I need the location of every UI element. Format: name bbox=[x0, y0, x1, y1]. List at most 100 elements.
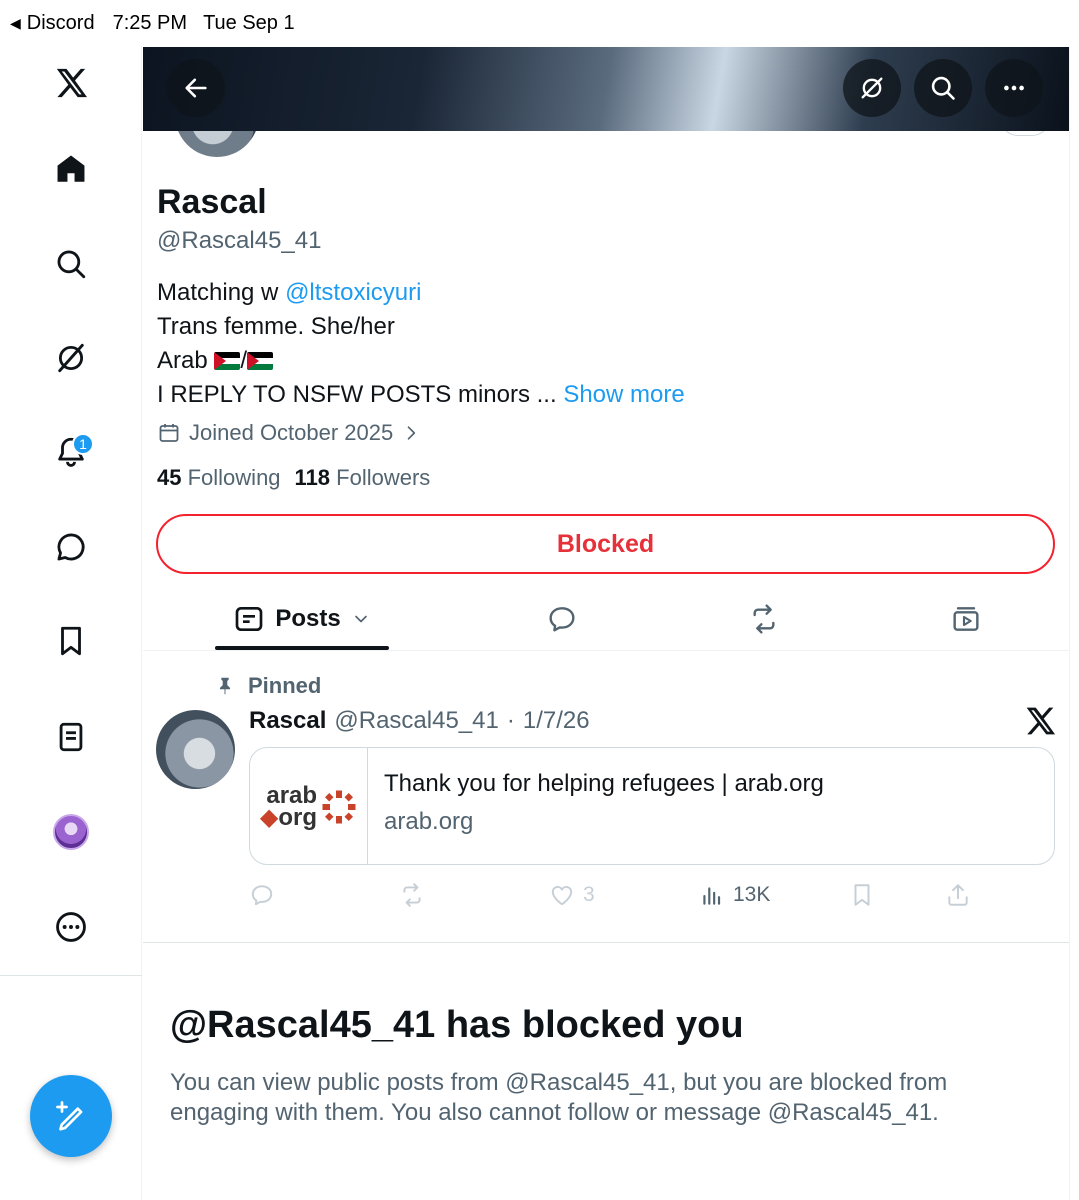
tab-media[interactable] bbox=[937, 588, 995, 650]
views-button[interactable]: 13K bbox=[699, 878, 770, 912]
bio-mention-link[interactable]: @ltstoxicyuri bbox=[285, 279, 421, 306]
profile-bio: Matching w @ltstoxicyuri Trans femme. Sh… bbox=[157, 276, 1037, 412]
chevron-down-icon bbox=[354, 615, 367, 623]
messages-icon bbox=[57, 533, 85, 561]
post-separator: · bbox=[506, 707, 515, 734]
post-header: Rascal @Rascal45_41 · 1/7/26 bbox=[249, 707, 590, 735]
profile-handle: @Rascal45_41 bbox=[157, 227, 322, 254]
search-icon bbox=[931, 76, 955, 100]
pinned-label: Pinned bbox=[248, 673, 322, 698]
profile-banner bbox=[143, 47, 1069, 131]
bio-flag-separator: / bbox=[240, 347, 248, 374]
reply-icon bbox=[251, 885, 273, 906]
back-triangle-icon: ◀ bbox=[10, 14, 21, 31]
grok-button[interactable] bbox=[843, 59, 901, 117]
card-domain: arab.org bbox=[384, 808, 474, 835]
bookmark-button[interactable] bbox=[849, 878, 875, 912]
blocked-notice-text: You can view public posts from @Rascal45… bbox=[170, 1069, 948, 1126]
palestine-flag-icon bbox=[247, 352, 274, 370]
posts-icon bbox=[235, 607, 263, 631]
side-navigation: 1 bbox=[0, 46, 142, 1200]
tab-reposts[interactable] bbox=[735, 588, 793, 650]
chevron-right-icon bbox=[407, 426, 416, 440]
search-icon bbox=[57, 250, 86, 279]
jordan-flag-icon bbox=[214, 352, 241, 370]
tab-posts[interactable]: Posts bbox=[215, 588, 389, 650]
header-more-button[interactable] bbox=[985, 59, 1043, 117]
profile-tabs: Posts bbox=[143, 588, 1069, 651]
following-label: Following bbox=[187, 465, 281, 490]
nav-divider bbox=[0, 975, 142, 976]
profile-avatar bbox=[53, 814, 89, 850]
back-button[interactable] bbox=[167, 59, 225, 117]
status-date: Tue Sep 1 bbox=[203, 11, 295, 34]
home-icon bbox=[57, 155, 85, 182]
nav-messages-button[interactable] bbox=[46, 522, 96, 572]
profile-name: Rascal bbox=[157, 183, 267, 221]
media-icon bbox=[953, 607, 979, 631]
following-count: 45 bbox=[157, 465, 182, 490]
nav-bookmarks-button[interactable] bbox=[46, 616, 96, 666]
column-border bbox=[1069, 47, 1070, 1200]
view-count: 13K bbox=[733, 883, 771, 906]
bookmark-icon bbox=[854, 884, 870, 906]
link-preview-card[interactable]: arab ◆org Thank you for helping refugees… bbox=[249, 747, 1055, 865]
compose-button[interactable] bbox=[30, 1075, 112, 1157]
followers-link[interactable]: 118 Followers bbox=[295, 465, 431, 491]
calendar-icon bbox=[159, 424, 179, 442]
post-author-handle[interactable]: @Rascal45_41 bbox=[334, 707, 498, 735]
joined-date[interactable]: Joined October 2025 bbox=[157, 420, 421, 446]
bio-line-4: I REPLY TO NSFW POSTS minors ... bbox=[157, 381, 564, 408]
nav-profile-button[interactable] bbox=[46, 807, 96, 857]
like-count: 3 bbox=[583, 883, 595, 906]
joined-label: Joined October 2025 bbox=[189, 420, 394, 445]
back-to-app-button[interactable]: ◀ Discord bbox=[10, 12, 95, 35]
section-divider bbox=[143, 942, 1069, 943]
repost-icon bbox=[403, 883, 421, 907]
share-icon bbox=[948, 884, 968, 906]
active-tab-indicator bbox=[215, 646, 389, 650]
heart-icon bbox=[551, 885, 573, 906]
show-more-link[interactable]: Show more bbox=[563, 381, 684, 408]
back-app-label: Discord bbox=[26, 11, 95, 34]
followers-count: 118 bbox=[294, 465, 331, 490]
nav-notifications-button[interactable]: 1 bbox=[46, 427, 96, 477]
share-button[interactable] bbox=[945, 878, 971, 912]
grok-icon bbox=[861, 77, 883, 99]
notification-badge: 1 bbox=[72, 433, 94, 455]
post-author-name[interactable]: Rascal bbox=[249, 707, 326, 735]
following-link[interactable]: 45 Following bbox=[157, 465, 281, 491]
arab-org-logo: arab ◆org bbox=[250, 748, 368, 864]
nav-home-button[interactable] bbox=[46, 144, 96, 194]
tab-posts-label: Posts bbox=[275, 605, 341, 632]
blocked-button[interactable]: Blocked bbox=[156, 514, 1055, 574]
repost-button[interactable] bbox=[399, 878, 425, 912]
more-icon bbox=[1004, 85, 1024, 91]
logo-text-bottom: org bbox=[278, 804, 318, 831]
bookmarks-icon bbox=[61, 626, 81, 656]
x-logo-icon[interactable] bbox=[46, 58, 96, 108]
followers-label: Followers bbox=[336, 465, 431, 490]
bio-line-2: Trans femme. She/her bbox=[157, 313, 395, 340]
nav-lists-button[interactable] bbox=[46, 712, 96, 762]
like-button[interactable]: 3 bbox=[549, 878, 595, 912]
repost-icon bbox=[753, 604, 775, 634]
reply-icon bbox=[549, 607, 575, 632]
card-title: Thank you for helping refugees | arab.or… bbox=[384, 770, 824, 797]
x-logo-icon bbox=[1026, 707, 1056, 735]
post-author-avatar[interactable] bbox=[156, 710, 235, 789]
lists-icon bbox=[59, 722, 83, 752]
star-logo-icon bbox=[322, 790, 356, 824]
reply-button[interactable] bbox=[249, 878, 275, 912]
tab-replies[interactable] bbox=[533, 588, 591, 650]
status-bar: ◀ Discord 7:25 PM Tue Sep 1 bbox=[0, 0, 1079, 46]
nav-more-button[interactable] bbox=[46, 902, 96, 952]
compose-icon bbox=[56, 1101, 83, 1131]
header-search-button[interactable] bbox=[914, 59, 972, 117]
nav-grok-button[interactable] bbox=[46, 333, 96, 383]
nav-search-button[interactable] bbox=[46, 239, 96, 289]
pin-icon bbox=[219, 677, 231, 695]
post-date[interactable]: 1/7/26 bbox=[523, 707, 590, 735]
grok-icon bbox=[58, 343, 84, 373]
back-arrow-icon bbox=[185, 78, 207, 98]
